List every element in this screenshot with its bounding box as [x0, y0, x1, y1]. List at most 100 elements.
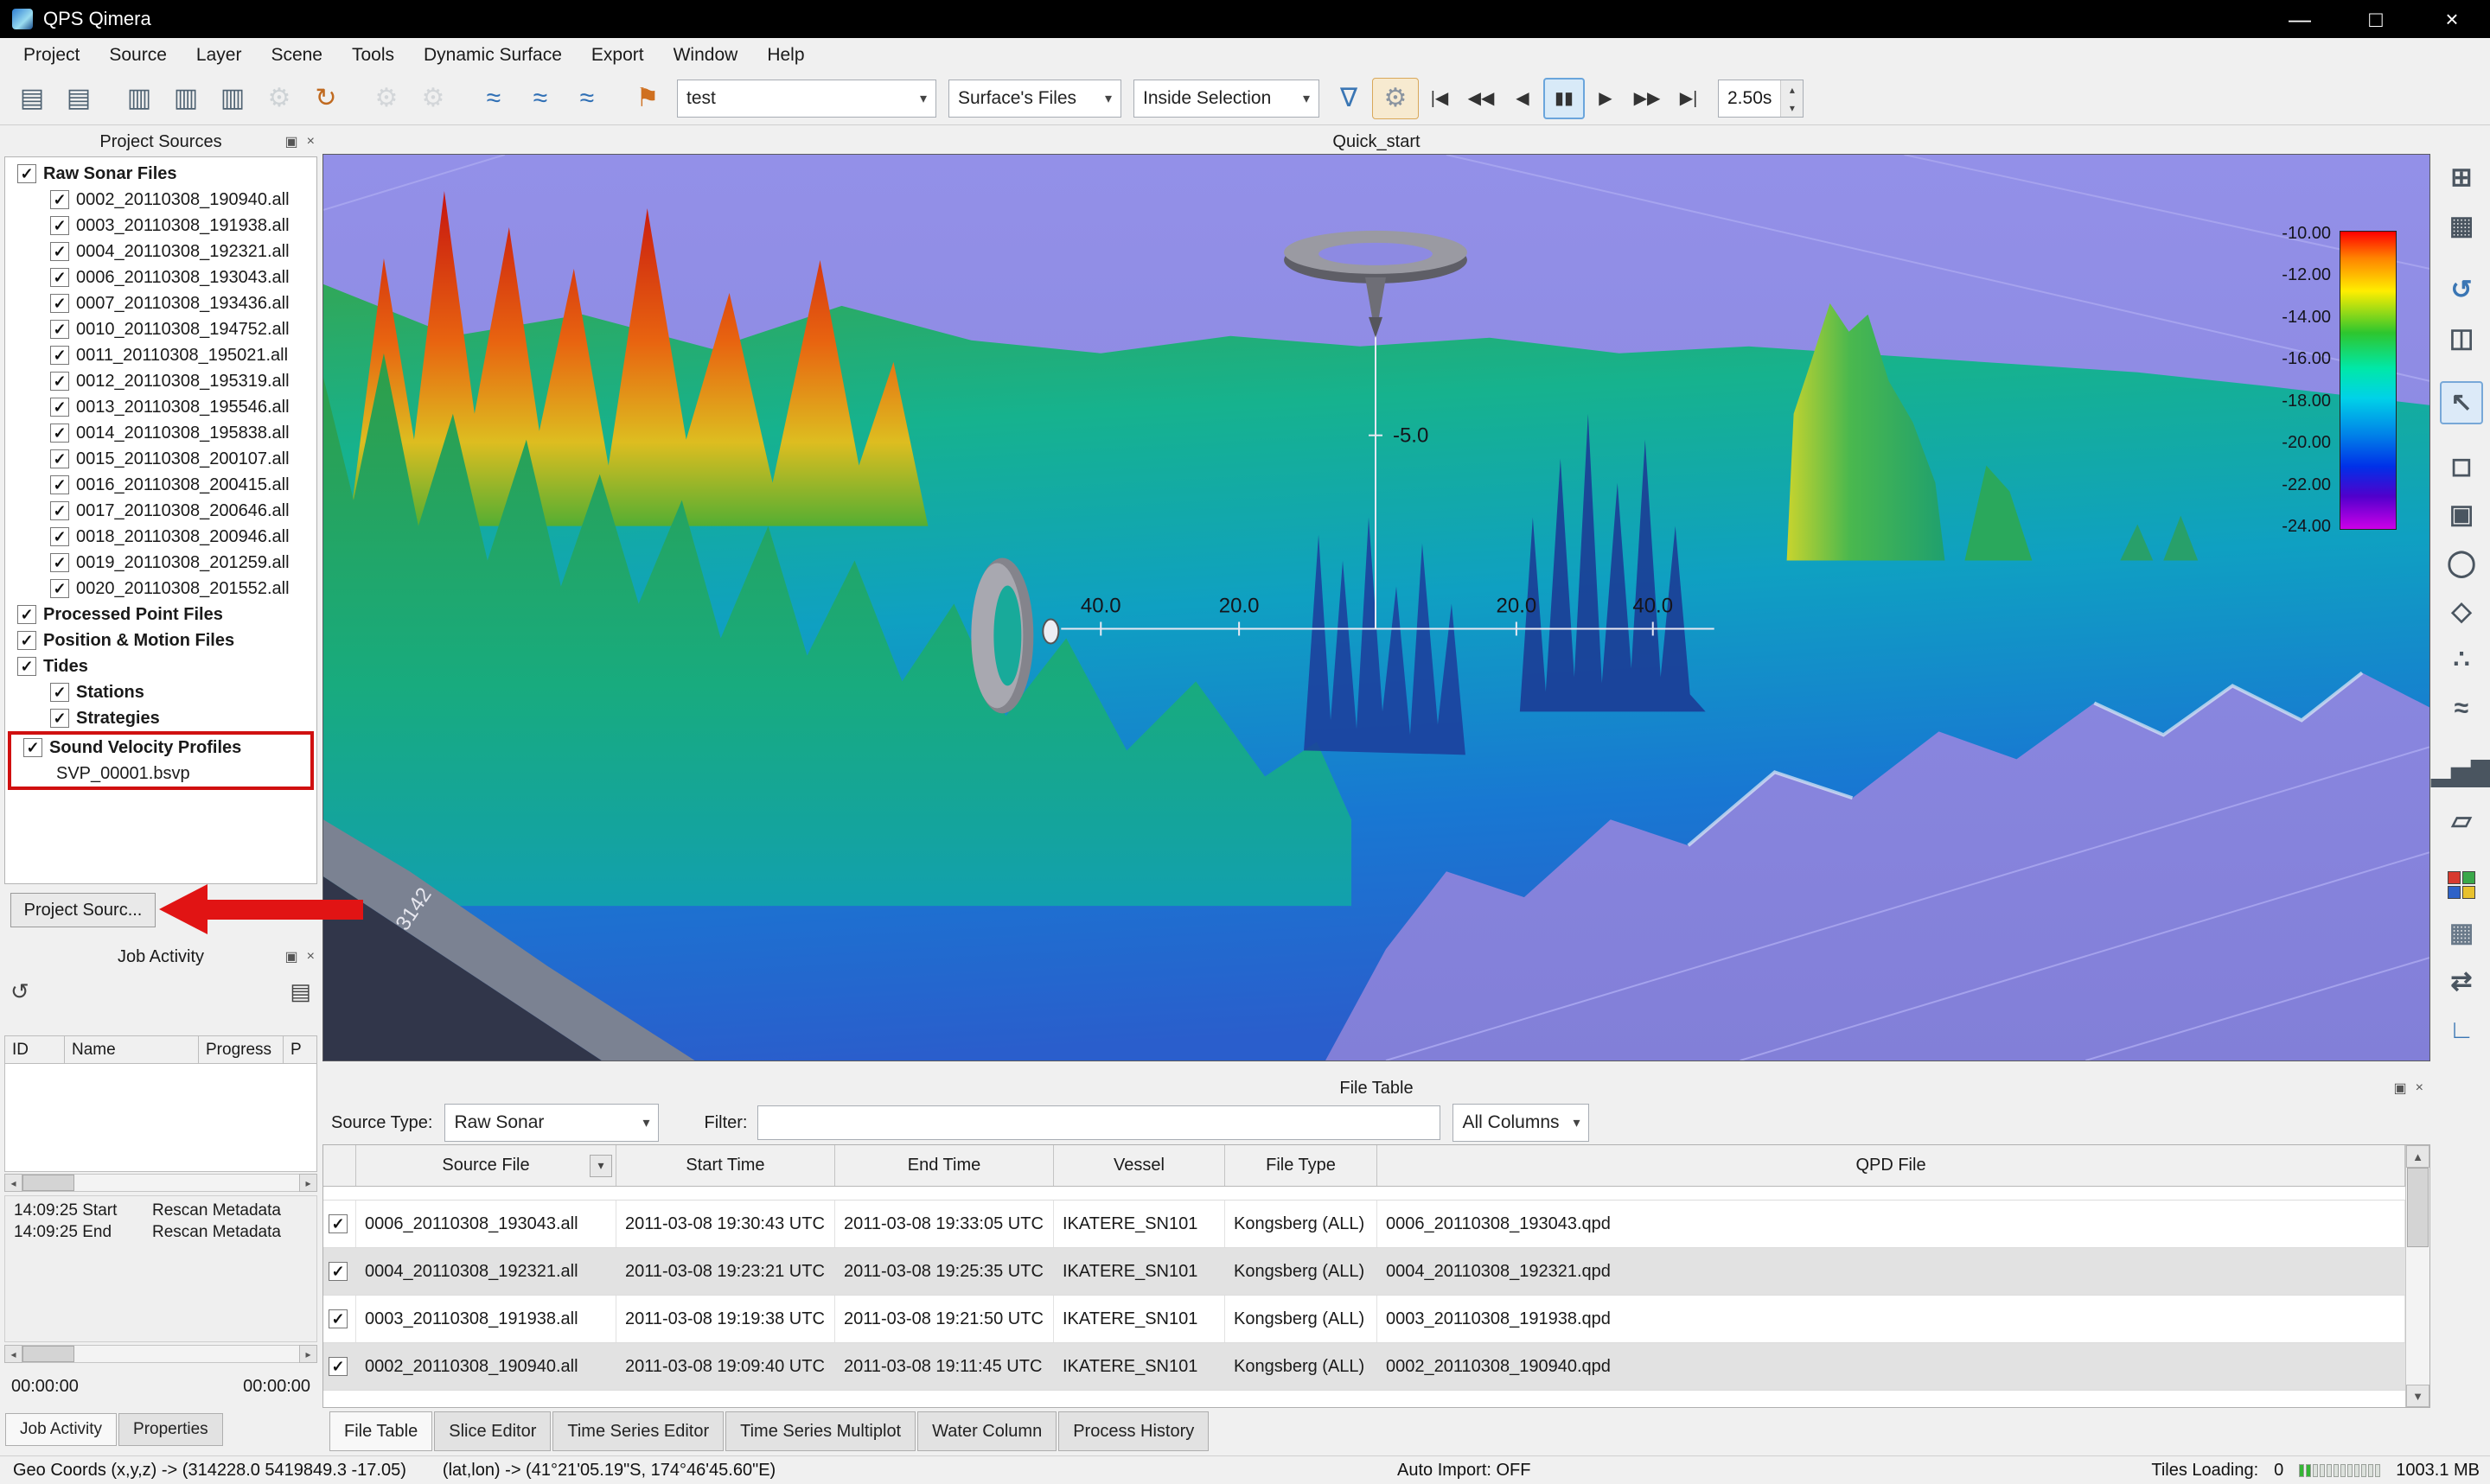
column-header-source-file[interactable]: Source File▾ [356, 1145, 616, 1186]
svp-editor-icon[interactable]: ≈ [470, 78, 517, 119]
checkbox-icon[interactable]: ✓ [50, 398, 69, 417]
tree-item-0014-20110308-195838-all[interactable]: ✓0014_20110308_195838.all [5, 420, 316, 446]
pointer-select-icon[interactable]: ↖ [2440, 381, 2483, 424]
tree-item-0020-20110308-201552-all[interactable]: ✓0020_20110308_201552.all [5, 576, 316, 602]
rewind-icon[interactable]: ◀◀ [1460, 78, 1502, 119]
tree-item-0012-20110308-195319-all[interactable]: ✓0012_20110308_195319.all [5, 368, 316, 394]
tree-item-0011-20110308-195021-all[interactable]: ✓0011_20110308_195021.all [5, 342, 316, 368]
tab-file-table[interactable]: File Table [329, 1411, 432, 1451]
job-log[interactable]: 14:09:25 StartRescan Metadata14:09:25 En… [4, 1195, 317, 1342]
checkbox-icon[interactable]: ✓ [50, 527, 69, 546]
checkbox-icon[interactable]: ✓ [329, 1214, 348, 1233]
float-panel-icon[interactable]: ▣ [2394, 1080, 2407, 1097]
table-row[interactable]: ✓0006_20110308_193043.all2011-03-08 19:3… [323, 1201, 2405, 1248]
tab-properties[interactable]: Properties [118, 1413, 223, 1446]
handles-select-icon[interactable]: ▣ [2440, 494, 2483, 537]
checkbox-icon[interactable]: ✓ [50, 268, 69, 287]
scroll-left-icon[interactable]: ◂ [4, 1345, 22, 1363]
scrollbar-track[interactable] [22, 1345, 299, 1363]
tree-item-svp-00001-bsvp[interactable]: SVP_00001.bsvp [11, 761, 310, 787]
scrollbar-track[interactable] [2406, 1168, 2429, 1385]
rectangle-select-icon[interactable]: ◻ [2440, 445, 2483, 488]
swap-views-icon[interactable]: ⇄ [2440, 960, 2483, 1003]
grid-tool-disabled-icon[interactable]: ⚙ [363, 78, 410, 119]
scatter-select-icon[interactable]: ∴ [2440, 639, 2483, 682]
column-header-qpd-file[interactable]: QPD File [1377, 1145, 2405, 1186]
reset-jobs-icon[interactable]: ↺ [10, 978, 29, 1005]
menu-layer[interactable]: Layer [182, 38, 257, 73]
process-configure-icon[interactable]: ▥ [163, 78, 209, 119]
tree-item-0017-20110308-200646-all[interactable]: ✓0017_20110308_200646.all [5, 498, 316, 524]
tree-item-0019-20110308-201259-all[interactable]: ✓0019_20110308_201259.all [5, 550, 316, 576]
job-column-name[interactable]: Name [65, 1035, 199, 1064]
scrollbar-track[interactable] [22, 1174, 299, 1192]
ellipse-select-icon[interactable]: ◯ [2440, 542, 2483, 585]
menu-dynamic-surface[interactable]: Dynamic Surface [409, 38, 577, 73]
job-list-hscrollbar[interactable]: ◂ ▸ [4, 1174, 317, 1192]
column-header-file-type[interactable]: File Type [1225, 1145, 1377, 1186]
replay-settings-icon[interactable]: ⚙ [1372, 78, 1419, 119]
checkbox-icon[interactable]: ✓ [50, 553, 69, 572]
job-column-id[interactable]: ID [4, 1035, 65, 1064]
checkbox-icon[interactable]: ✓ [50, 242, 69, 261]
menu-project[interactable]: Project [9, 38, 94, 73]
filter-edit-icon[interactable]: ∇ [1325, 78, 1372, 119]
tree-item-0015-20110308-200107-all[interactable]: ✓0015_20110308_200107.all [5, 446, 316, 472]
scroll-right-icon[interactable]: ▸ [299, 1345, 317, 1363]
zoom-extents-icon[interactable]: ◫ [2440, 317, 2483, 360]
tree-item-0013-20110308-195546-all[interactable]: ✓0013_20110308_195546.all [5, 394, 316, 420]
add-source-files-icon[interactable]: ▤ [55, 78, 102, 119]
menu-tools[interactable]: Tools [337, 38, 409, 73]
minimize-button[interactable]: — [2262, 0, 2338, 38]
column-header-start-time[interactable]: Start Time [616, 1145, 835, 1186]
checkbox-icon[interactable]: ✓ [50, 320, 69, 339]
column-header-vessel[interactable]: Vessel [1054, 1145, 1225, 1186]
tree-item-0003-20110308-191938-all[interactable]: ✓0003_20110308_191938.all [5, 213, 316, 239]
scroll-right-icon[interactable]: ▸ [299, 1174, 317, 1192]
tree-item-0004-20110308-192321-all[interactable]: ✓0004_20110308_192321.all [5, 239, 316, 264]
tree-item-tides[interactable]: ✓Tides [5, 653, 316, 679]
job-log-icon[interactable]: ▤ [290, 978, 311, 1005]
svp-grid-icon[interactable]: ≈ [564, 78, 610, 119]
maximize-button[interactable]: □ [2338, 0, 2414, 38]
filter-input[interactable] [757, 1105, 1440, 1140]
scroll-left-icon[interactable]: ◂ [4, 1174, 22, 1192]
tab-slice-editor[interactable]: Slice Editor [434, 1411, 551, 1451]
job-list[interactable] [4, 1064, 317, 1172]
job-column-p[interactable]: P [284, 1035, 317, 1064]
tab-time-series-multiplot[interactable]: Time Series Multiplot [725, 1411, 916, 1451]
vessel-setup-icon[interactable]: ⚑ [624, 78, 671, 119]
menu-scene[interactable]: Scene [256, 38, 337, 73]
checkbox-icon[interactable]: ✓ [329, 1262, 348, 1281]
checkbox-icon[interactable]: ✓ [50, 501, 69, 520]
tree-item-sound-velocity-profiles[interactable]: ✓Sound Velocity Profiles [11, 735, 310, 761]
checkbox-icon[interactable]: ✓ [50, 190, 69, 209]
checkbox-icon[interactable]: ✓ [50, 579, 69, 598]
auto-process-gears-icon[interactable]: ⚙ [256, 78, 303, 119]
columns-filter-select[interactable]: All Columns ▾ [1452, 1104, 1589, 1142]
3d-scene[interactable]: 3142 40.0 20.0 20.0 40.0 -5.0 [323, 155, 2429, 1060]
menu-export[interactable]: Export [577, 38, 659, 73]
scroll-down-icon[interactable]: ▼ [2406, 1385, 2429, 1407]
project-sources-dock-button[interactable]: Project Sourc... [10, 893, 156, 927]
float-panel-icon[interactable]: ▣ [285, 948, 298, 965]
grid-3d-icon[interactable]: ▦ [2440, 912, 2483, 955]
scene-layers-icon[interactable]: ▦ [2440, 205, 2483, 248]
column-header-end-time[interactable]: End Time [835, 1145, 1054, 1186]
histogram-tool-icon[interactable]: ▂▅▇ [2440, 751, 2483, 794]
close-panel-icon[interactable]: × [307, 134, 315, 150]
skip-start-icon[interactable]: |◀ [1419, 78, 1460, 119]
spinner-up-icon[interactable]: ▴ [1781, 80, 1803, 99]
checkbox-icon[interactable]: ✓ [329, 1357, 348, 1376]
file-table-scrollbar[interactable]: ▲ ▼ [2405, 1145, 2429, 1407]
selection-mode-select[interactable]: Inside Selection ▾ [1133, 80, 1319, 118]
tree-item-processed-point-files[interactable]: ✓Processed Point Files [5, 602, 316, 627]
tree-item-0018-20110308-200946-all[interactable]: ✓0018_20110308_200946.all [5, 524, 316, 550]
checkbox-icon[interactable]: ✓ [50, 683, 69, 702]
skip-end-icon[interactable]: ▶| [1668, 78, 1709, 119]
polygon-select-icon[interactable]: ◇ [2440, 590, 2483, 634]
scroll-up-icon[interactable]: ▲ [2406, 1145, 2429, 1168]
svp-apply-icon[interactable]: ≈ [517, 78, 564, 119]
menu-help[interactable]: Help [752, 38, 819, 73]
checkbox-icon[interactable]: ✓ [17, 605, 36, 624]
